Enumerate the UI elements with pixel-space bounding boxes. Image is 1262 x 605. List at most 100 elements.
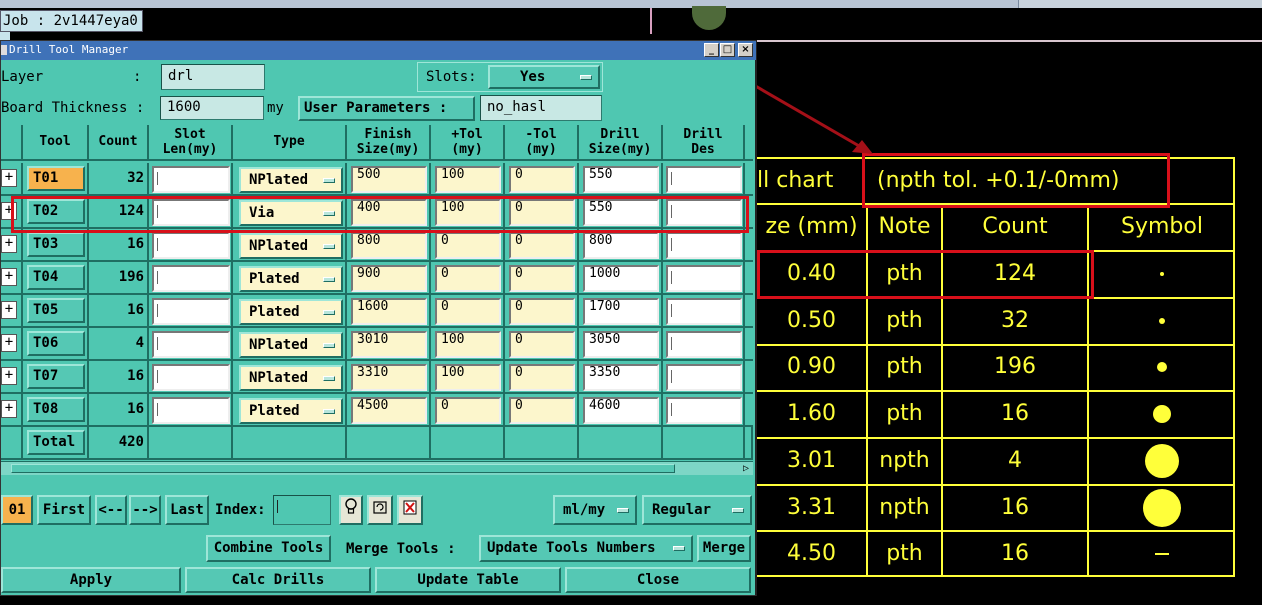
slots-select[interactable]: Yes xyxy=(488,65,600,89)
minus-tol-field[interactable]: 0 xyxy=(509,364,575,391)
tool-button[interactable]: T06 xyxy=(27,331,85,356)
drill-des-field[interactable] xyxy=(666,364,742,391)
layer-field[interactable]: drl xyxy=(161,64,265,90)
drill-size-field[interactable]: 1000 xyxy=(583,265,659,292)
update-table-button[interactable]: Update Table xyxy=(375,567,561,593)
tool-button[interactable]: T04 xyxy=(27,265,85,290)
expand-plus-icon[interactable]: + xyxy=(1,301,17,319)
plus-tol-field[interactable]: 100 xyxy=(435,331,501,358)
total-label: Total xyxy=(27,430,85,455)
type-select[interactable]: NPlated xyxy=(239,167,343,193)
dialog-titlebar[interactable]: Drill Tool Manager _ □ × xyxy=(1,41,756,60)
combine-tools-button[interactable]: Combine Tools xyxy=(206,535,331,562)
layer-colon: : xyxy=(133,69,142,85)
user-parameters-button[interactable]: User Parameters : xyxy=(298,96,475,121)
drill-size-field[interactable]: 3050 xyxy=(583,331,659,358)
table-horizontal-scrollbar[interactable]: ▷ xyxy=(1,461,753,475)
drill-size-field[interactable]: 1700 xyxy=(583,298,659,325)
board-thickness-field[interactable]: 1600 xyxy=(160,96,264,120)
expand-plus-icon[interactable]: + xyxy=(1,367,17,385)
plus-tol-field[interactable]: 100 xyxy=(435,364,501,391)
plus-tol-field[interactable]: 0 xyxy=(435,232,501,259)
type-select[interactable]: Plated xyxy=(239,266,343,292)
drill-size-field[interactable]: 800 xyxy=(583,232,659,259)
minimize-icon[interactable]: _ xyxy=(704,43,719,57)
delete-icon[interactable] xyxy=(397,495,423,525)
plus-tol-field[interactable]: 100 xyxy=(435,166,501,193)
drill-des-field[interactable] xyxy=(666,397,742,424)
plus-tol-cell: 0 xyxy=(431,229,505,262)
finish-size-field[interactable]: 3310 xyxy=(351,364,427,391)
drill-size-field[interactable]: 4600 xyxy=(583,397,659,424)
drill-des-field[interactable] xyxy=(666,265,742,292)
user-parameters-field[interactable]: no_hasl xyxy=(480,95,602,121)
index-field[interactable] xyxy=(273,495,331,525)
lightbulb-icon[interactable] xyxy=(339,495,363,525)
expand-plus-icon[interactable]: + xyxy=(1,268,17,286)
slot-len-field[interactable] xyxy=(152,331,230,358)
drill-des-field[interactable] xyxy=(666,331,742,358)
close-icon[interactable]: × xyxy=(738,43,753,57)
type-select[interactable]: NPlated xyxy=(239,332,343,358)
minus-tol-field[interactable]: 0 xyxy=(509,397,575,424)
type-select[interactable]: Plated xyxy=(239,299,343,325)
last-button[interactable]: Last xyxy=(165,495,209,525)
minus-tol-field[interactable]: 0 xyxy=(509,166,575,193)
tool-button[interactable]: T05 xyxy=(27,298,85,323)
minus-tol-field[interactable]: 0 xyxy=(509,232,575,259)
slot-len-field[interactable] xyxy=(152,265,230,292)
minus-tol-field[interactable]: 0 xyxy=(509,331,575,358)
apply-button[interactable]: Apply xyxy=(1,567,181,593)
col-header-slot-len: Slot Len(my) xyxy=(149,125,233,161)
tool-button[interactable]: T01 xyxy=(27,166,85,191)
type-select[interactable]: NPlated xyxy=(239,233,343,259)
finish-size-field[interactable]: 800 xyxy=(351,232,427,259)
drill-size-field-value: 550 xyxy=(589,167,613,182)
type-select[interactable]: NPlated xyxy=(239,365,343,391)
type-select[interactable]: Plated xyxy=(239,398,343,424)
minus-tol-field[interactable]: 0 xyxy=(509,265,575,292)
refresh-icon[interactable] xyxy=(367,495,393,525)
update-tools-numbers-select[interactable]: Update Tools Numbers xyxy=(479,535,693,562)
scrollbar-thumb[interactable] xyxy=(11,464,675,473)
expand-plus-icon[interactable]: + xyxy=(1,169,17,187)
plus-tol-field[interactable]: 0 xyxy=(435,298,501,325)
merge-button[interactable]: Merge xyxy=(697,535,751,562)
slot-len-field[interactable] xyxy=(152,397,230,424)
tool-button[interactable]: T08 xyxy=(27,397,85,422)
tool-button[interactable]: T03 xyxy=(27,232,85,257)
drill-des-field[interactable] xyxy=(666,232,742,259)
first-button[interactable]: First xyxy=(37,495,91,525)
next-button[interactable]: --> xyxy=(129,495,161,525)
close-button[interactable]: Close xyxy=(565,567,751,593)
slot-len-field[interactable] xyxy=(152,232,230,259)
finish-size-field[interactable]: 4500 xyxy=(351,397,427,424)
tool-button[interactable]: T07 xyxy=(27,364,85,389)
slot-len-field[interactable] xyxy=(152,166,230,193)
drill-des-field[interactable] xyxy=(666,166,742,193)
finish-size-field[interactable]: 500 xyxy=(351,166,427,193)
finish-size-field[interactable]: 3010 xyxy=(351,331,427,358)
plus-tol-field[interactable]: 0 xyxy=(435,265,501,292)
slot-len-cell xyxy=(149,361,233,394)
prev-button[interactable]: <-- xyxy=(95,495,127,525)
drill-size-field[interactable]: 550 xyxy=(583,166,659,193)
minus-tol-field[interactable]: 0 xyxy=(509,298,575,325)
finish-size-field[interactable]: 900 xyxy=(351,265,427,292)
slot-len-field[interactable] xyxy=(152,298,230,325)
mode-select[interactable]: Regular xyxy=(642,495,752,525)
expand-plus-icon[interactable]: + xyxy=(1,334,17,352)
plus-tol-field[interactable]: 0 xyxy=(435,397,501,424)
units-select[interactable]: ml/my xyxy=(553,495,637,525)
drill-des-cell xyxy=(663,163,745,196)
finish-size-field[interactable]: 1600 xyxy=(351,298,427,325)
scroll-right-icon[interactable]: ▷ xyxy=(743,463,749,474)
drill-des-field[interactable] xyxy=(666,298,742,325)
expand-plus-icon[interactable]: + xyxy=(1,400,17,418)
drill-size-field[interactable]: 3350 xyxy=(583,364,659,391)
slot-len-field[interactable] xyxy=(152,364,230,391)
text-cursor xyxy=(157,403,158,416)
calc-drills-button[interactable]: Calc Drills xyxy=(185,567,371,593)
maximize-icon[interactable]: □ xyxy=(720,43,735,57)
expand-plus-icon[interactable]: + xyxy=(1,235,17,253)
